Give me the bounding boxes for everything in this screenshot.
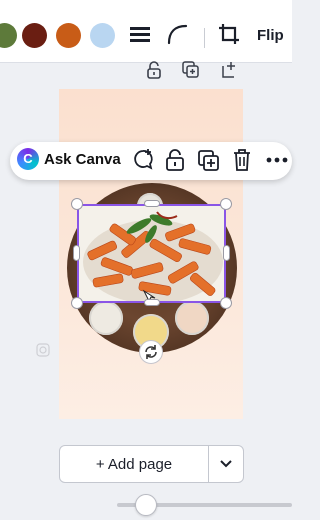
color-swatch-orange[interactable] bbox=[56, 23, 81, 48]
add-page-icon[interactable] bbox=[220, 61, 238, 79]
duplicate-page-icon[interactable] bbox=[182, 61, 200, 79]
resize-handle-left[interactable] bbox=[73, 245, 80, 261]
crop-icon[interactable] bbox=[217, 22, 241, 46]
zoom-slider-thumb[interactable] bbox=[135, 494, 157, 516]
add-page-label[interactable]: + Add page bbox=[60, 456, 208, 473]
toolbar-divider bbox=[204, 28, 205, 48]
line-weight-icon[interactable] bbox=[129, 22, 151, 46]
ask-canva-button[interactable]: Ask Canva bbox=[44, 151, 121, 168]
comment-add-icon[interactable] bbox=[131, 148, 155, 172]
color-swatch-light-blue[interactable] bbox=[90, 23, 115, 48]
flip-button[interactable]: Flip bbox=[257, 27, 284, 44]
resize-handle-top-left[interactable] bbox=[71, 198, 83, 210]
resize-handle-bottom[interactable] bbox=[144, 299, 160, 306]
editor-toolbar: Flip bbox=[0, 0, 292, 63]
resize-handle-right[interactable] bbox=[223, 245, 230, 261]
resize-handle-top-right[interactable] bbox=[220, 198, 232, 210]
resize-handle-top[interactable] bbox=[144, 200, 160, 207]
selected-pasta-image[interactable] bbox=[77, 204, 226, 303]
rotate-button[interactable] bbox=[139, 340, 163, 364]
canva-logo-icon: C bbox=[17, 148, 39, 170]
salad-bowl bbox=[175, 301, 209, 335]
resize-handle-bottom-left[interactable] bbox=[71, 297, 83, 309]
chevron-down-icon[interactable] bbox=[219, 458, 233, 470]
sauce-bowl bbox=[89, 301, 123, 335]
resize-handle-bottom-right[interactable] bbox=[220, 297, 232, 309]
delete-icon[interactable] bbox=[232, 148, 252, 172]
lock-icon[interactable] bbox=[165, 148, 185, 172]
duplicate-icon[interactable] bbox=[198, 148, 220, 172]
rotate-icon bbox=[145, 345, 157, 359]
corner-rounding-icon[interactable] bbox=[166, 22, 190, 46]
more-options-icon[interactable] bbox=[265, 148, 289, 172]
lock-page-icon[interactable] bbox=[146, 61, 162, 79]
watermark-camera-icon bbox=[36, 343, 50, 357]
color-swatch-maroon[interactable] bbox=[22, 23, 47, 48]
pasta-picture bbox=[79, 206, 224, 301]
color-swatch-green[interactable] bbox=[0, 23, 17, 48]
add-page-divider bbox=[208, 446, 209, 482]
